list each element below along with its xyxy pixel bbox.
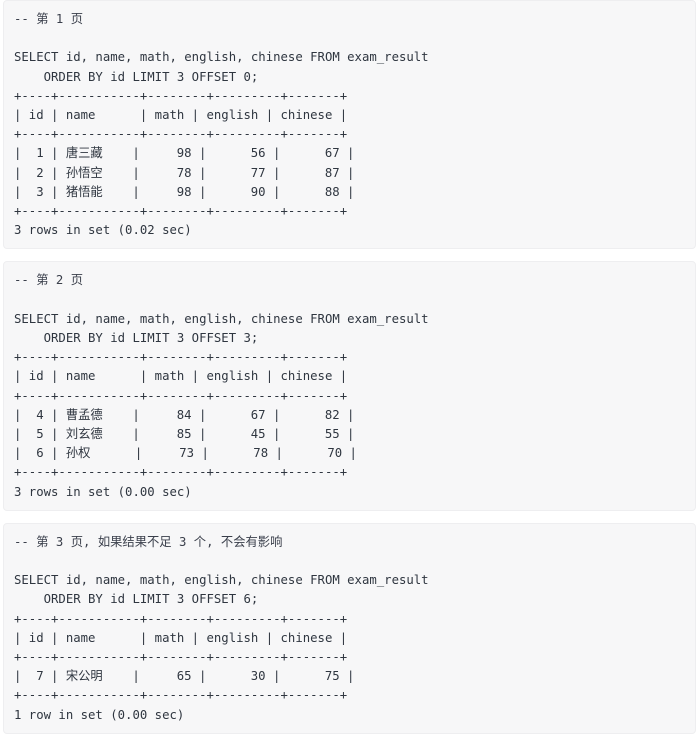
sql-line-2-page-3: ORDER BY id LIMIT 3 OFFSET 6; — [14, 592, 259, 607]
table-row: | 3 | 猪悟能 | 98 | 90 | 88 | — [14, 184, 355, 199]
table-separator-bottom-page-2: +----+-----------+--------+---------+---… — [14, 465, 348, 480]
status-line-page-1: 3 rows in set (0.02 sec) — [14, 223, 192, 238]
table-row: | 7 | 宋公明 | 65 | 30 | 75 | — [14, 669, 355, 684]
table-separator-bottom-page-1: +----+-----------+--------+---------+---… — [14, 204, 348, 219]
sql-line-1-page-2: SELECT id, name, math, english, chinese … — [14, 311, 429, 326]
table-separator-top-page-1: +----+-----------+--------+---------+---… — [14, 88, 348, 103]
table-row: | 2 | 孙悟空 | 78 | 77 | 87 | — [14, 165, 355, 180]
table-header-page-3: | id | name | math | english | chinese | — [14, 630, 348, 645]
table-separator-mid-page-2: +----+-----------+--------+---------+---… — [14, 388, 348, 403]
table-separator-top-page-3: +----+-----------+--------+---------+---… — [14, 611, 348, 626]
code-block-page-3: -- 第 3 页, 如果结果不足 3 个, 不会有影响 SELECT id, n… — [3, 522, 696, 734]
table-separator-bottom-page-3: +----+-----------+--------+---------+---… — [14, 688, 348, 703]
code-text-page-1: -- 第 1 页 SELECT id, name, math, english,… — [14, 10, 685, 240]
code-text-page-2: -- 第 2 页 SELECT id, name, math, english,… — [14, 271, 685, 501]
status-line-page-2: 3 rows in set (0.00 sec) — [14, 484, 192, 499]
code-block-page-1: -- 第 1 页 SELECT id, name, math, english,… — [3, 0, 696, 250]
table-separator-top-page-2: +----+-----------+--------+---------+---… — [14, 350, 348, 365]
table-row: | 1 | 唐三藏 | 98 | 56 | 67 | — [14, 146, 355, 161]
table-row: | 4 | 曹孟德 | 84 | 67 | 82 | — [14, 407, 355, 422]
table-separator-mid-page-1: +----+-----------+--------+---------+---… — [14, 127, 348, 142]
table-separator-mid-page-3: +----+-----------+--------+---------+---… — [14, 650, 348, 665]
status-line-page-3: 1 row in set (0.00 sec) — [14, 707, 185, 722]
sql-line-2-page-2: ORDER BY id LIMIT 3 OFFSET 3; — [14, 331, 259, 346]
sql-line-1-page-1: SELECT id, name, math, english, chinese … — [14, 50, 429, 65]
sql-comment-page-3: -- 第 3 页, 如果结果不足 3 个, 不会有影响 — [14, 534, 283, 549]
table-row: | 6 | 孙权 | 73 | 78 | 70 | — [14, 446, 357, 461]
sql-comment-page-2: -- 第 2 页 — [14, 273, 84, 288]
code-block-page-2: -- 第 2 页 SELECT id, name, math, english,… — [3, 261, 696, 511]
sql-line-1-page-3: SELECT id, name, math, english, chinese … — [14, 573, 429, 588]
table-header-page-1: | id | name | math | english | chinese | — [14, 108, 348, 122]
code-text-page-3: -- 第 3 页, 如果结果不足 3 个, 不会有影响 SELECT id, n… — [14, 533, 685, 725]
table-row: | 5 | 刘玄德 | 85 | 45 | 55 | — [14, 427, 355, 442]
table-header-page-2: | id | name | math | english | chinese | — [14, 369, 348, 384]
sql-transcript-page: -- 第 1 页 SELECT id, name, math, english,… — [0, 0, 699, 734]
sql-line-2-page-1: ORDER BY id LIMIT 3 OFFSET 0; — [14, 69, 259, 84]
sql-comment-page-1: -- 第 1 页 — [14, 12, 84, 26]
